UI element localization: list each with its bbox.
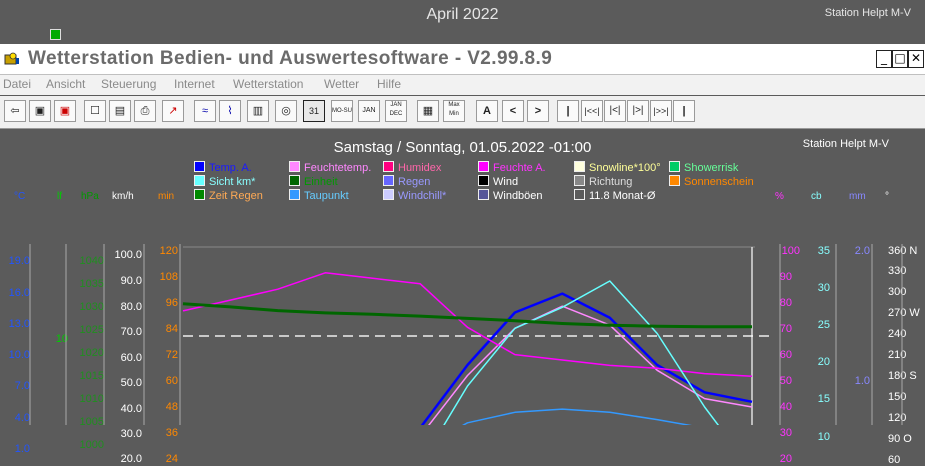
background-station: Station Helpt M-V [824,7,911,19]
weather-chart[interactable]: Samstag / Sonntag, 01.05.2022 -01:00 Sta… [0,129,925,466]
tick-cb: 10 [817,431,830,443]
rewind-icon[interactable]: |<<| [581,100,603,122]
target-icon[interactable]: ◎ [275,100,297,122]
menu-wetter[interactable]: Wetter [324,77,359,91]
series-line [182,302,752,329]
minimize-button[interactable]: _ [876,50,892,68]
first-icon[interactable]: | [557,100,579,122]
background-window: April 2022 Station Helpt M-V [0,0,925,44]
background-legend-swatch [50,29,61,40]
chart-canvas [29,244,903,425]
app-icon [4,52,19,65]
menu-internet[interactable]: Internet [174,77,215,91]
step-back-icon[interactable]: |<| [604,100,626,122]
mo-su-icon[interactable]: MO-SU [331,100,353,122]
menu-wetterstation[interactable]: Wetterstation [233,77,303,91]
tick-celsius: 1.0 [14,443,30,455]
save-red-icon[interactable]: ▣ [54,100,76,122]
title-bar[interactable]: Wetterstation Bedien- und Auswertesoftwa… [0,44,925,75]
jan-dec-icon[interactable]: JAN DEC [385,100,407,122]
menu-steuerung[interactable]: Steuerung [101,77,156,91]
list-icon[interactable]: ▦ [417,100,439,122]
ffwd-icon[interactable]: |>>| [650,100,672,122]
app-window: Wetterstation Bedien- und Auswertesoftwa… [0,44,925,466]
max-min-icon[interactable]: Max Min [443,100,465,122]
chart-icon[interactable]: ↗ [162,100,184,122]
window-title: Wetterstation Bedien- und Auswertesoftwa… [28,48,553,69]
close-button[interactable]: ✕ [908,50,924,68]
menu-bar: Datei Ansicht Steuerung Internet Wetters… [0,75,925,95]
arrow-left-icon[interactable]: ⇦ [4,100,26,122]
table-icon[interactable]: ▤ [109,100,131,122]
calendar-icon[interactable]: ☐ [84,100,106,122]
step-fwd-icon[interactable]: |>| [627,100,649,122]
background-title: April 2022 [426,6,499,23]
toolbar: ⇦ ▣ ▣ ☐ ▤ ⎙ ↗ ≈ ⌇ ▥ ◎ 31 MO-SU JAN JAN D… [0,96,925,129]
jan-icon[interactable]: JAN [358,100,380,122]
tick-hpa: 1000 [79,439,104,451]
series-line [420,292,753,425]
menu-datei[interactable]: Datei [3,77,31,91]
tick-percent: 20 [779,453,792,465]
series-line [182,272,753,378]
prev-icon[interactable]: < [502,100,524,122]
tick-percent: 30 [779,427,792,439]
maximize-button[interactable]: □ [892,50,908,68]
font-a-icon[interactable]: A [476,100,498,122]
series-line [443,280,720,425]
day-31-icon[interactable]: 31 [303,100,325,122]
series-line [461,408,692,425]
doc-icon[interactable]: ▥ [247,100,269,122]
save-icon[interactable]: ▣ [29,100,51,122]
graph2-icon[interactable]: ⌇ [219,100,241,122]
last-icon[interactable]: | [673,100,695,122]
tick-min: 24 [165,453,178,465]
tick-deg: 60 [888,454,901,466]
menu-hilfe[interactable]: Hilfe [377,77,401,91]
tick-min: 36 [165,427,178,439]
next-icon[interactable]: > [527,100,549,122]
tick-kmh: 30.0 [120,428,142,440]
menu-ansicht[interactable]: Ansicht [46,77,85,91]
print-icon[interactable]: ⎙ [134,100,156,122]
tick-kmh: 20.0 [120,453,142,465]
graph-icon[interactable]: ≈ [194,100,216,122]
tick-deg: 90 O [888,433,912,445]
